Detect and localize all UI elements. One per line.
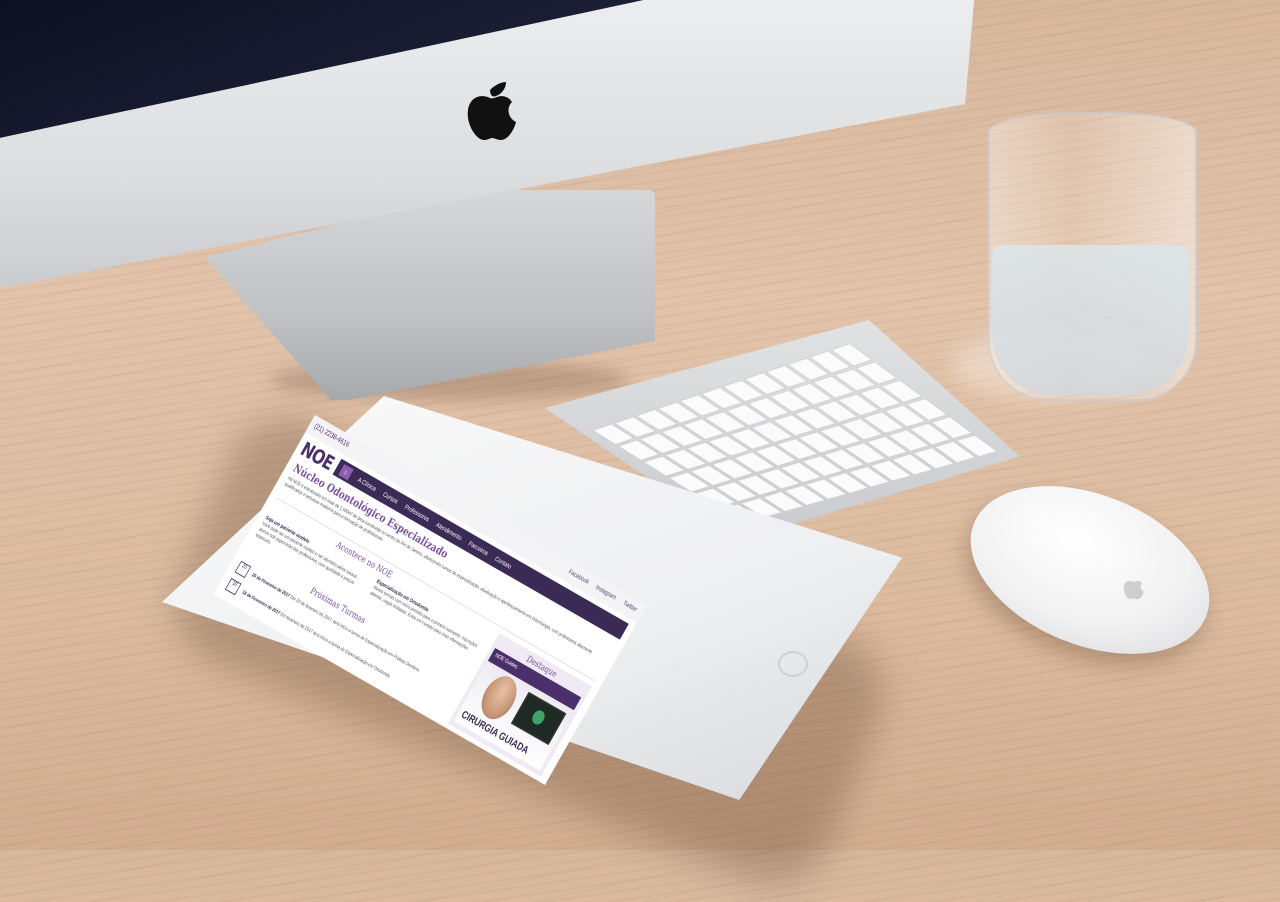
nav-item-cursos[interactable]: Cursos — [382, 490, 400, 505]
twitter-link[interactable]: Twitter — [622, 599, 639, 613]
nav-item-parceiros[interactable]: Parceiros — [467, 539, 489, 556]
mouse-apple-logo-icon — [1123, 580, 1144, 600]
calendar-icon: 18 — [224, 578, 242, 596]
nav-item-clinica[interactable]: A Clínica — [357, 476, 378, 492]
water — [992, 245, 1189, 395]
ipad-home-button — [778, 651, 808, 677]
home-icon[interactable]: ⌂ — [338, 463, 354, 480]
instagram-link[interactable]: Instagram — [594, 583, 617, 601]
apple-logo-icon — [467, 82, 516, 140]
calendar-icon: 20 — [234, 560, 252, 579]
nav-item-professores[interactable]: Professores — [404, 503, 431, 523]
nav-item-contato[interactable]: Contato — [494, 555, 513, 570]
facebook-link[interactable]: Facebook — [567, 568, 590, 586]
nav-item-atendimento[interactable]: Atendimento — [435, 521, 463, 542]
